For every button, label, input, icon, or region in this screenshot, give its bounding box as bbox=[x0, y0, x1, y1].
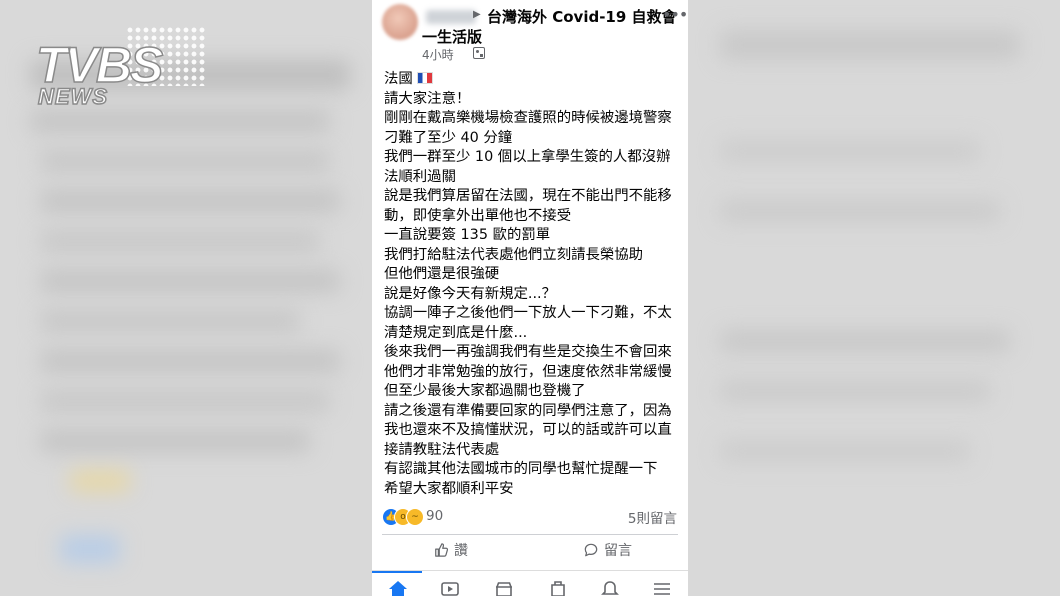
post-line: 說是好像今天有新規定...？ bbox=[384, 285, 557, 302]
triangle-right-icon: ▶ bbox=[473, 9, 481, 20]
post-line: 說是我們算居留在法國，現在不能出門不能移 bbox=[384, 188, 672, 204]
active-tab-indicator bbox=[372, 571, 422, 573]
post-body: 法國 請大家注意！ 剛剛在戴高樂機場檢查護照的時候被邊境警察 刁難了至少 40 分鐘我… bbox=[384, 70, 684, 499]
divider bbox=[382, 534, 678, 535]
comment-count[interactable]: 5則留言 bbox=[628, 507, 677, 527]
post-line: 動，即使拿外出單他也不接受 bbox=[384, 207, 572, 224]
post-line: 一直說要簽 135 歐的罰單 bbox=[384, 227, 551, 243]
group-name[interactable]: 台灣海外 Covid-19 自救會 bbox=[487, 6, 677, 27]
comment-icon bbox=[584, 543, 598, 557]
post-line: 請之後還有準備要回家的同學們注意了，因為 bbox=[384, 402, 672, 419]
reaction-count: 90 bbox=[426, 508, 444, 524]
post-line: 我也還來不及搞懂狀況，可以的話或許可以直 bbox=[384, 422, 672, 438]
video-icon[interactable] bbox=[440, 579, 460, 596]
facebook-post: ▶ 台灣海外 Covid-19 自救會 一生活版 ••• 4小時 法國 請大家注意… bbox=[372, 0, 688, 596]
avatar[interactable] bbox=[382, 4, 418, 40]
comment-label: 留言 bbox=[604, 543, 632, 559]
menu-icon[interactable] bbox=[652, 579, 672, 596]
like-button[interactable]: 讚 bbox=[434, 540, 468, 560]
group-audience-icon bbox=[473, 47, 485, 59]
like-label: 讚 bbox=[454, 543, 468, 559]
post-timestamp[interactable]: 4小時 bbox=[422, 46, 454, 63]
bottom-navigation bbox=[372, 570, 688, 596]
post-line: 刁難了至少 40 分鐘 bbox=[384, 129, 513, 146]
groups-icon[interactable] bbox=[548, 579, 568, 596]
more-options-icon[interactable]: ••• bbox=[662, 5, 688, 24]
comment-button[interactable]: 留言 bbox=[584, 540, 632, 560]
post-line: 剛剛在戴高樂機場檢查護照的時候被邊境警察 bbox=[384, 110, 672, 126]
post-line: 接請教駐法代表處 bbox=[384, 441, 500, 458]
post-line: 我們一群至少 10 個以上拿學生簽的人都沒辦 bbox=[384, 149, 671, 165]
blurred-author-name bbox=[426, 10, 476, 24]
marketplace-icon[interactable] bbox=[494, 579, 514, 596]
group-name-suffix[interactable]: 一生活版 bbox=[422, 26, 482, 47]
france-flag-icon bbox=[416, 72, 433, 84]
post-line: 我們打給駐法代表處他們立刻請長榮協助 bbox=[384, 246, 644, 263]
notifications-icon[interactable] bbox=[600, 579, 620, 596]
post-line: 希望大家都順利平安 bbox=[384, 480, 514, 497]
post-line: 後來我們一再強調我們有些是交換生不會回來 bbox=[384, 344, 672, 360]
thumbs-up-icon bbox=[435, 543, 448, 557]
post-line: 協調一陣子之後他們一下放人一下刁難，不太 bbox=[384, 305, 672, 321]
post-line: 但他們還是很強硬 bbox=[384, 266, 500, 282]
home-icon[interactable] bbox=[388, 579, 408, 596]
post-line: 但至少最後大家都過關也登機了 bbox=[384, 383, 586, 399]
post-line: 他們才非常勉強的放行，但速度依然非常緩慢 bbox=[384, 363, 672, 380]
logo-line-2: NEWS bbox=[37, 83, 108, 110]
post-line: 請大家注意！ bbox=[384, 90, 471, 107]
post-line: 有認識其他法國城市的同學也幫忙提醒一下 bbox=[384, 461, 658, 477]
post-line: 清楚規定到底是什麼... bbox=[384, 324, 528, 341]
post-line: 法國 bbox=[384, 70, 684, 90]
post-line: 法順利過關 bbox=[384, 168, 456, 185]
sad-reaction-icon: ~ bbox=[406, 508, 424, 526]
tvbs-news-logo: TVBS NEWS bbox=[26, 24, 216, 124]
